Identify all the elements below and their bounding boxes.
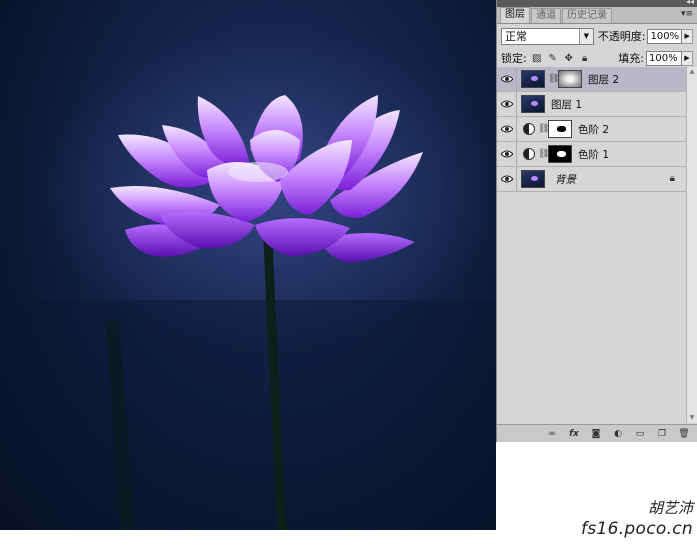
layer-name[interactable]: 色阶 2 [578,122,609,137]
watermark-site: fs16.poco.cn [581,519,693,539]
opacity-label: 不透明度: [597,30,646,43]
layer-mask-thumbnail[interactable] [558,70,582,88]
layer-lock-icon: 🔒︎ [669,173,675,184]
scroll-up-icon[interactable]: ▲ [687,67,697,77]
tab-layers[interactable]: 图层 [500,7,530,23]
layers-panel: ◂◂ 图层 通道 历史记录 ▾≡ 正常 ▼ 不透明度: 100% ▶ 锁定: ▨… [496,0,697,442]
tab-channels[interactable]: 通道 [531,8,561,23]
delete-layer-trash-icon[interactable]: 🗑︎ [677,428,691,440]
chevron-down-icon[interactable]: ▼ [578,28,593,44]
panel-tabs: 图层 通道 历史记录 ▾≡ [497,7,697,24]
blend-row: 正常 ▼ 不透明度: 100% ▶ [497,24,697,48]
fill-field[interactable]: 100% [646,50,682,66]
layer-name[interactable]: 图层 2 [588,72,619,87]
layer-style-fx-icon[interactable]: fx [567,428,581,440]
mask-link-icon[interactable]: ⛓︎ [548,74,559,84]
opacity-field[interactable]: 100% [647,28,683,44]
blend-mode-select[interactable]: 正常 ▼ [501,27,594,45]
layer-thumbnail[interactable] [521,95,545,113]
lock-pixels-brush-icon[interactable]: ✎ [547,52,559,64]
visibility-eye-icon[interactable] [497,67,517,91]
blend-mode-value: 正常 [505,30,527,43]
layer-row[interactable]: ⛓︎ 色阶 1 [497,142,687,167]
lock-position-move-icon[interactable]: ✥ [563,52,575,64]
mask-link-icon[interactable]: ⛓︎ [538,149,549,159]
layer-name[interactable]: 图层 1 [551,97,582,112]
lock-all-icon[interactable]: 🔒︎ [579,52,591,64]
visibility-eye-icon[interactable] [497,117,517,141]
panel-bottom-bar: ∞ fx ◙ ◐ ▭ ❐ 🗑︎ [497,424,697,442]
visibility-eye-icon[interactable] [497,167,517,191]
fill-label: 填充: [618,52,644,65]
layer-thumbnail[interactable] [521,70,545,88]
panel-title-bar[interactable]: ◂◂ [497,0,697,7]
layer-mask-thumbnail[interactable] [548,145,572,163]
watermark-author: 胡艺沛 [647,499,693,517]
lock-transparency-icon[interactable]: ▨ [531,52,543,64]
add-mask-icon[interactable]: ◙ [589,428,603,440]
panel-menu-icon[interactable]: ▾≡ [681,9,693,19]
adjustment-layer-icon[interactable] [523,148,535,160]
visibility-eye-icon[interactable] [497,142,517,166]
lotus-image [0,30,496,530]
opacity-slider-arrow-icon[interactable]: ▶ [682,28,693,44]
lock-label: 锁定: [501,52,527,65]
layer-mask-thumbnail[interactable] [548,120,572,138]
collapse-icon[interactable]: ◂◂ [686,0,694,7]
layer-row[interactable]: 图层 1 [497,92,687,117]
lock-row: 锁定: ▨ ✎ ✥ 🔒︎ 填充: 100% ▶ [497,48,697,69]
tab-history[interactable]: 历史记录 [562,8,612,23]
new-group-folder-icon[interactable]: ▭ [633,428,647,440]
layer-row[interactable]: ⛓︎ 图层 2 [497,67,687,92]
layers-scrollbar[interactable]: ▲ ▼ [686,67,697,423]
new-adjustment-layer-icon[interactable]: ◐ [611,428,625,440]
layer-row[interactable]: ⛓︎ 色阶 2 [497,117,687,142]
layer-thumbnail[interactable] [521,170,545,188]
fill-slider-arrow-icon[interactable]: ▶ [682,50,693,66]
new-layer-icon[interactable]: ❐ [655,428,669,440]
adjustment-layer-icon[interactable] [523,123,535,135]
scroll-down-icon[interactable]: ▼ [687,413,697,423]
layer-name[interactable]: 背景 [555,172,576,187]
link-layers-icon[interactable]: ∞ [545,428,559,440]
layer-name[interactable]: 色阶 1 [578,147,609,162]
layers-list: ⛓︎ 图层 2 图层 1 ⛓︎ 色阶 2 ⛓︎ 色阶 1 背景 🔒︎ [497,67,687,192]
visibility-eye-icon[interactable] [497,92,517,116]
mask-link-icon[interactable]: ⛓︎ [538,124,549,134]
layer-row[interactable]: 背景 🔒︎ [497,167,687,192]
photo-canvas[interactable] [0,0,496,530]
